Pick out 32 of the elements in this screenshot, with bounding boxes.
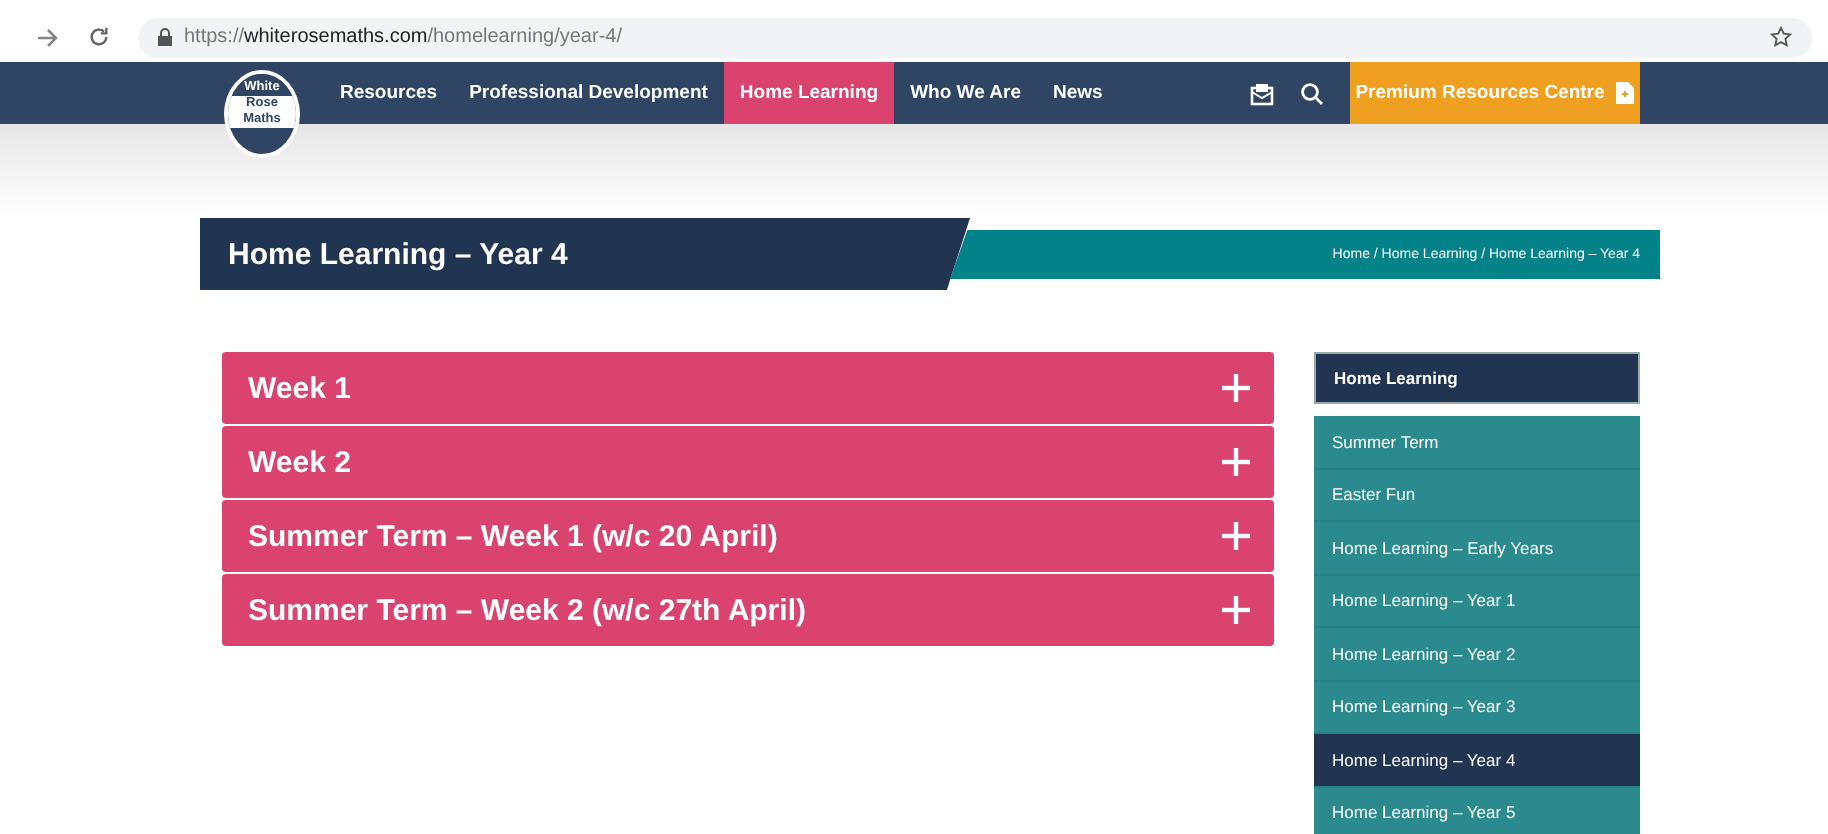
sidebar-heading[interactable]: Home Learning <box>1314 352 1640 404</box>
document-icon <box>1616 82 1635 104</box>
star-icon[interactable] <box>1770 26 1792 48</box>
premium-button[interactable]: Premium Resources Centre <box>1350 62 1640 124</box>
lock-icon <box>158 28 172 46</box>
plus-icon <box>1222 596 1250 624</box>
search-icon[interactable] <box>1300 81 1324 105</box>
sidebar-item[interactable]: Home Learning – Early Years <box>1314 522 1640 575</box>
nav-link[interactable]: Resources <box>324 62 454 124</box>
address-bar[interactable]: https://whiterosemaths.com/homelearning/year-4/ <box>138 17 1812 57</box>
sidebar-item[interactable]: Home Learning – Year 1 <box>1314 575 1640 628</box>
sidebar-item[interactable]: Home Learning – Year 5 <box>1314 787 1640 834</box>
envelope-icon[interactable] <box>1250 81 1274 105</box>
sidebar-item[interactable]: Easter Fun <box>1314 469 1640 522</box>
nav-link[interactable]: Who We Are <box>894 62 1037 124</box>
nav-link[interactable]: News <box>1036 62 1119 124</box>
reload-icon[interactable] <box>88 26 110 48</box>
forward-icon[interactable] <box>36 27 60 47</box>
accordion-header[interactable]: Week 2 <box>222 426 1274 498</box>
accordion-header[interactable]: Summer Term – Week 1 (w/c 20 April) <box>222 500 1274 572</box>
sidebar-item[interactable]: Home Learning – Year 2 <box>1314 628 1640 681</box>
plus-icon <box>1222 522 1250 550</box>
plus-icon <box>1222 448 1250 476</box>
nav-link[interactable]: Professional Development <box>453 62 724 124</box>
sidebar-item[interactable]: Summer Term <box>1314 416 1640 469</box>
page-title: Home Learning – Year 4 <box>228 237 568 271</box>
sidebar-item[interactable]: Home Learning – Year 3 <box>1314 681 1640 734</box>
nav-link[interactable]: Home Learning <box>723 62 895 124</box>
sidebar-item[interactable]: Home Learning – Year 4 <box>1314 734 1640 787</box>
accordion-header[interactable]: Summer Term – Week 2 (w/c 27th April) <box>222 574 1274 646</box>
accordion-header[interactable]: Week 1 <box>222 352 1274 424</box>
plus-icon <box>1222 374 1250 402</box>
